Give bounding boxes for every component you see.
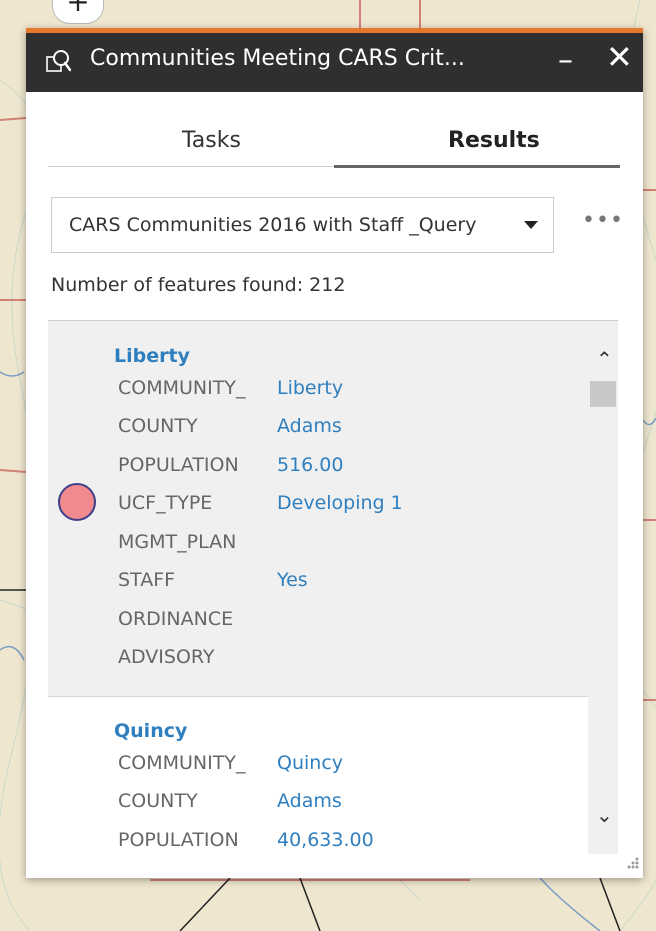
results-panel: Communities Meeting CARS Crit... – ✕ Tas… [26, 28, 643, 878]
tab-tasks[interactable]: Tasks [182, 128, 241, 153]
attribute-key: STAFF [118, 569, 176, 591]
attribute-key: COUNTY [118, 415, 198, 437]
attribute-key: COUNTY [118, 790, 198, 812]
features-count: Number of features found: 212 [51, 274, 346, 296]
attribute-key: COMMUNITY_ [118, 752, 246, 774]
attribute-value: Quincy [277, 752, 344, 774]
attribute-value: Adams [277, 790, 342, 812]
attribute-value: Adams [277, 415, 342, 437]
scroll-up-icon[interactable]: ⌃ [596, 347, 613, 371]
tab-results[interactable]: Results [448, 128, 540, 153]
attribute-key: POPULATION [118, 829, 239, 851]
tab-bar: Tasks Results [48, 124, 620, 168]
result-title[interactable]: Quincy [114, 720, 187, 742]
scroll-thumb[interactable] [590, 381, 616, 407]
panel-header[interactable]: Communities Meeting CARS Crit... – ✕ [26, 33, 643, 92]
attribute-key: POPULATION [118, 454, 239, 476]
attribute-value: 516.00 [277, 454, 344, 476]
more-options-button[interactable]: ••• [582, 208, 624, 233]
query-icon [46, 50, 72, 72]
layer-select-value: CARS Communities 2016 with Staff _Query [69, 214, 477, 236]
attribute-value: Liberty [277, 377, 344, 399]
chevron-down-icon [524, 221, 538, 229]
active-tab-indicator [334, 165, 620, 168]
panel-title: Communities Meeting CARS Crit... [90, 46, 465, 71]
minimize-button[interactable]: – [558, 43, 573, 78]
result-item[interactable]: Liberty COMMUNITY_ Liberty COUNTY Adams … [48, 321, 588, 697]
attribute-key: ORDINANCE [118, 608, 234, 630]
resize-grip-icon[interactable] [622, 856, 640, 874]
attribute-key: ADVISORY [118, 646, 215, 668]
results-list: Liberty COMMUNITY_ Liberty COUNTY Adams … [48, 320, 618, 854]
attribute-key: COMMUNITY_ [118, 377, 246, 399]
zoom-in-button[interactable]: + [52, 0, 104, 24]
layer-select[interactable]: CARS Communities 2016 with Staff _Query [51, 197, 554, 253]
close-button[interactable]: ✕ [606, 41, 633, 73]
scroll-down-icon[interactable]: ⌄ [596, 803, 613, 827]
result-title[interactable]: Liberty [114, 345, 190, 367]
result-item[interactable]: Quincy COMMUNITY_ Quincy COUNTY Adams PO… [48, 697, 588, 854]
attribute-value: Developing 1 [277, 492, 403, 514]
results-scrollbar[interactable]: ⌃ ⌄ [588, 321, 618, 854]
attribute-value: Yes [277, 569, 308, 591]
attribute-key: UCF_TYPE [118, 492, 213, 514]
attribute-value: 40,633.00 [277, 829, 374, 851]
point-symbol-icon [58, 483, 96, 521]
attribute-key: MGMT_PLAN [118, 531, 237, 553]
